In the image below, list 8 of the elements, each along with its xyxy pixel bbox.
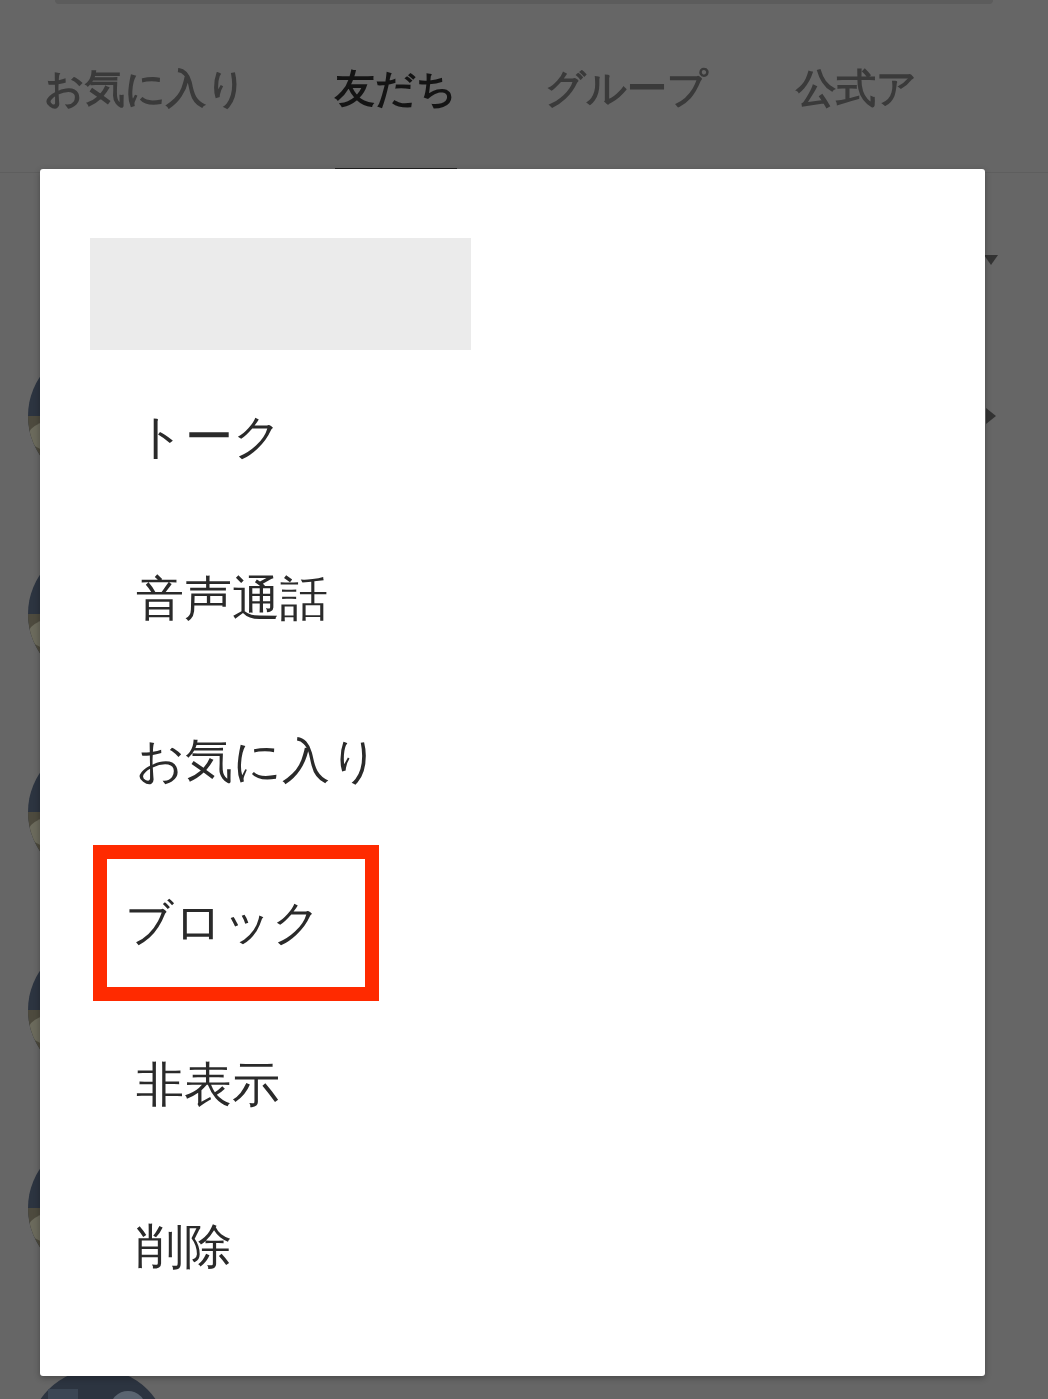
menu-item[interactable]: お気に入り [90, 715, 393, 807]
menu-item[interactable]: ブロック [93, 845, 379, 1001]
menu-item[interactable]: 音声通話 [90, 553, 342, 645]
menu-item[interactable]: 削除 [90, 1201, 246, 1293]
menu-item[interactable]: 非表示 [90, 1039, 294, 1131]
menu-item[interactable]: トーク [90, 391, 296, 483]
chevron-right-icon[interactable] [986, 408, 996, 424]
caret-icon[interactable] [984, 255, 998, 265]
